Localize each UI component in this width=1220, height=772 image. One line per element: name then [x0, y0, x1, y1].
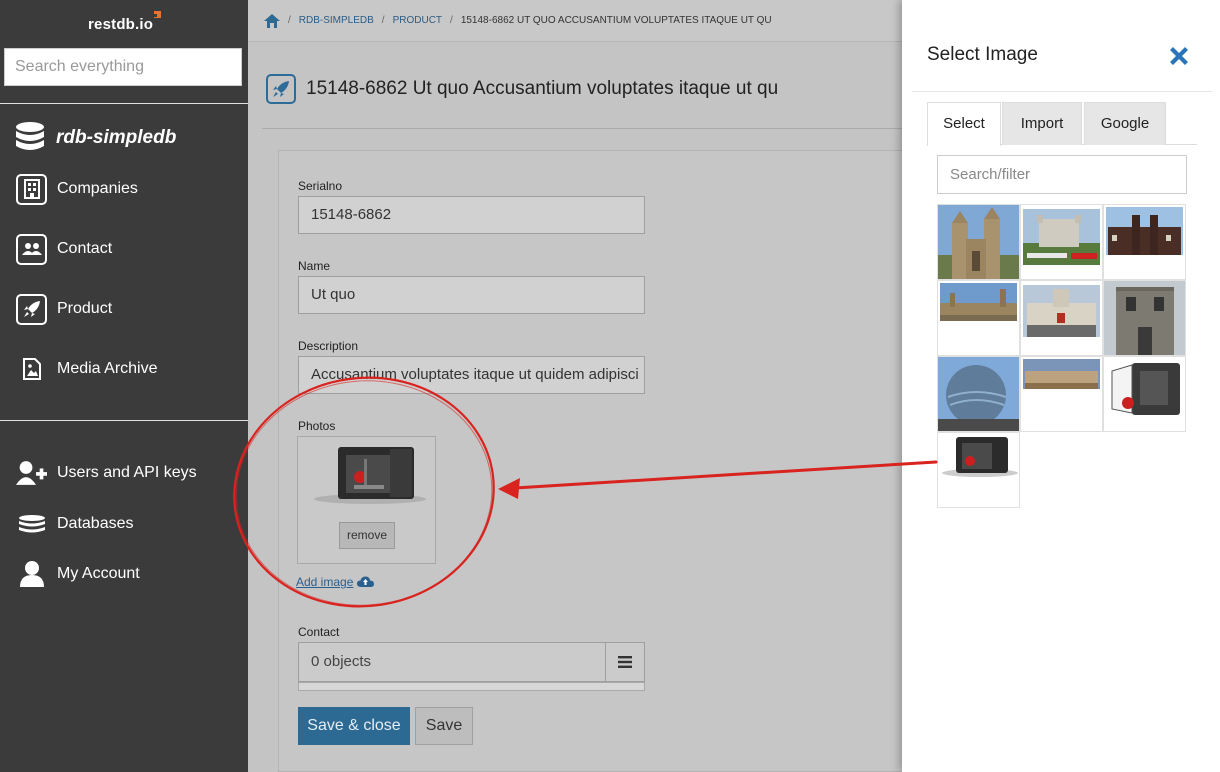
title-divider	[262, 128, 902, 129]
3d-printer	[938, 433, 1019, 507]
sidebar-item-label: Contact	[57, 240, 113, 257]
sidebar-item-product[interactable]: Product	[16, 292, 112, 326]
breadcrumb-collection[interactable]: PRODUCT	[393, 15, 442, 26]
description-label: Description	[298, 339, 359, 353]
remove-photo-button[interactable]: remove	[339, 522, 395, 549]
sidebar-divider	[0, 420, 248, 421]
sidebar-item-my-account[interactable]: My Account	[16, 557, 140, 591]
database-selector[interactable]: rdb-simpledb	[14, 120, 176, 156]
tab-select[interactable]: Select	[927, 102, 1001, 146]
breadcrumb: / RDB-SIMPLEDB / PRODUCT / 15148-6862 UT…	[248, 0, 902, 42]
sidebar-item-label: My Account	[57, 565, 140, 582]
database-stack-icon	[16, 509, 47, 540]
add-image-link[interactable]: Add image	[296, 575, 375, 589]
image-thumbnail[interactable]	[1103, 356, 1186, 432]
rocket-icon	[266, 74, 296, 104]
panel-title: Select Image	[927, 44, 1038, 65]
sidebar-item-label: Databases	[57, 515, 134, 532]
save-close-button[interactable]: Save & close	[298, 707, 410, 745]
cloud-upload-icon	[357, 576, 375, 587]
user-plus-icon	[16, 458, 47, 489]
name-field[interactable]: Ut quo	[298, 276, 645, 314]
save-button[interactable]: Save	[415, 707, 473, 745]
sidebar-item-label: Companies	[57, 180, 138, 197]
sidebar-item-media-archive[interactable]: Media Archive	[16, 352, 158, 386]
sidebar-item-databases[interactable]: Databases	[16, 507, 134, 541]
image-source-tabs: Select Import Google	[927, 102, 1197, 146]
3d-printer-open	[1104, 357, 1185, 431]
image-thumbnail[interactable]	[1020, 356, 1103, 432]
photos-label: Photos	[298, 419, 336, 433]
image-thumbnail[interactable]	[1103, 204, 1186, 280]
page-title: 15148-6862 Ut quo Accusantium voluptates…	[306, 78, 779, 99]
serialno-label: Serialno	[298, 179, 343, 193]
database-icon	[16, 122, 44, 150]
user-icon	[16, 559, 47, 590]
sidebar-item-contact[interactable]: Contact	[16, 232, 112, 266]
sidebar-item-label: Product	[57, 300, 113, 317]
name-label: Name	[298, 259, 331, 273]
buckingham-palace	[1021, 357, 1102, 431]
image-thumbnail[interactable]	[937, 280, 1020, 356]
image-thumbnail[interactable]	[1103, 280, 1186, 356]
panel-divider	[912, 91, 1212, 92]
users-icon	[16, 233, 47, 265]
stone-tower	[1104, 281, 1185, 355]
image-thumbnail[interactable]	[937, 204, 1020, 280]
image-thumbnail[interactable]	[937, 432, 1020, 508]
sidebar-item-companies[interactable]: Companies	[16, 172, 138, 206]
image-file-icon	[16, 354, 47, 385]
horse-guards	[1021, 281, 1102, 355]
contact-list-area	[298, 682, 645, 691]
tab-google[interactable]: Google	[1084, 102, 1166, 145]
image-thumbnail[interactable]	[1020, 280, 1103, 356]
tower-of-london	[1021, 205, 1102, 279]
sidebar-item-users-api-keys[interactable]: Users and API keys	[16, 456, 197, 490]
restdb-logo[interactable]: restdb.io	[88, 11, 162, 33]
database-name: rdb-simpledb	[56, 127, 177, 148]
image-thumbnail[interactable]	[937, 356, 1020, 432]
home-icon[interactable]	[264, 13, 280, 28]
st-james-palace	[1104, 205, 1185, 279]
breadcrumb-database[interactable]: RDB-SIMPLEDB	[299, 15, 374, 26]
select-image-panel: Select Image Select Import Google Search…	[902, 0, 1220, 772]
sidebar-item-label: Media Archive	[57, 360, 158, 377]
building-icon	[16, 173, 47, 205]
sidebar-item-label: Users and API keys	[57, 464, 197, 481]
serialno-field[interactable]: 15148-6862	[298, 196, 645, 234]
sidebar: restdb.io Search everything rdb-simpledb…	[0, 0, 248, 772]
contact-value: 0 objects	[311, 653, 372, 670]
tab-import[interactable]: Import	[1002, 102, 1082, 145]
image-filter-input[interactable]: Search/filter	[937, 155, 1187, 194]
contact-label: Contact	[298, 625, 340, 639]
description-field[interactable]: Accusantium voluptates itaque ut quidem …	[298, 356, 645, 394]
list-menu-icon[interactable]	[605, 643, 644, 681]
page-header: 15148-6862 Ut quo Accusantium voluptates…	[266, 74, 778, 104]
close-icon[interactable]	[1167, 44, 1191, 68]
houses-of-parliament	[938, 281, 1019, 355]
city-hall	[938, 357, 1019, 431]
contact-field[interactable]: 0 objects	[298, 642, 645, 682]
breadcrumb-current: 15148-6862 UT QUO ACCUSANTIUM VOLUPTATES…	[460, 15, 772, 26]
image-thumbnail[interactable]	[1020, 204, 1103, 280]
rocket-icon	[16, 293, 47, 325]
search-input[interactable]: Search everything	[4, 48, 242, 86]
westminster-abbey	[938, 205, 1019, 279]
product-photo	[314, 447, 426, 504]
add-image-label: Add image	[296, 575, 354, 589]
sidebar-divider	[0, 103, 248, 104]
